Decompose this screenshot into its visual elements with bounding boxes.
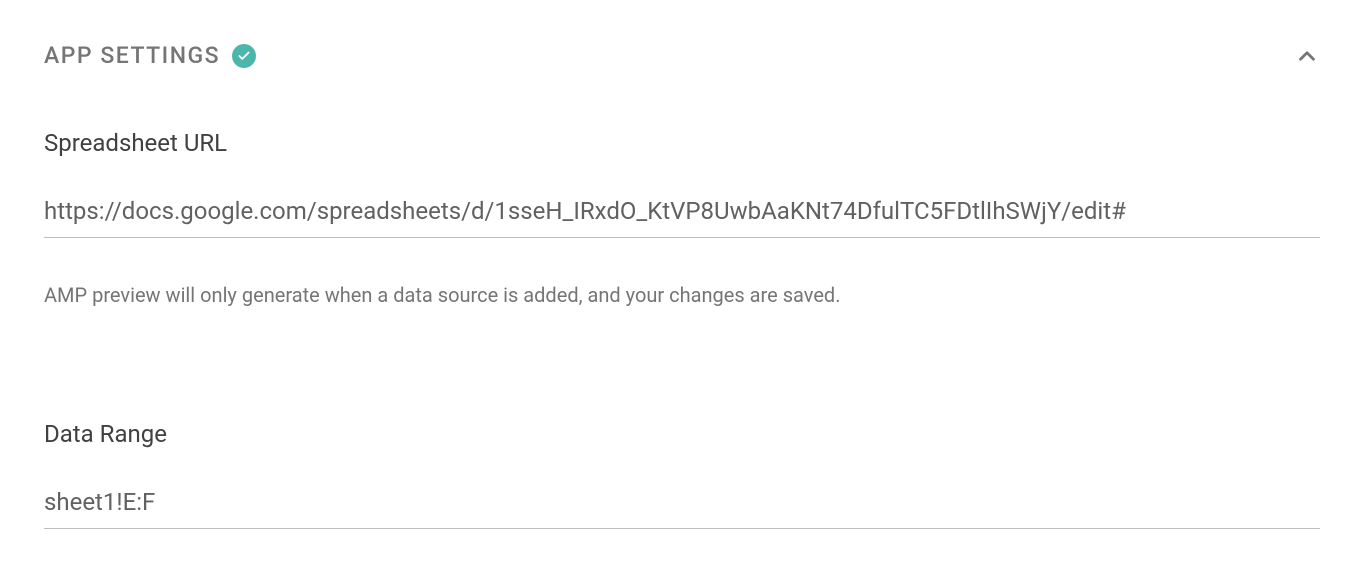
chevron-up-icon[interactable]	[1294, 43, 1320, 69]
section-header[interactable]: APP SETTINGS	[44, 42, 1320, 69]
data-range-label: Data Range	[44, 420, 1320, 448]
data-range-field: Data Range	[44, 420, 1320, 529]
spreadsheet-url-label: Spreadsheet URL	[44, 129, 1320, 157]
section-title-wrap: APP SETTINGS	[44, 42, 256, 69]
section-title: APP SETTINGS	[44, 42, 220, 69]
spreadsheet-url-field: Spreadsheet URL AMP preview will only ge…	[44, 129, 1320, 310]
spreadsheet-url-input[interactable]	[44, 197, 1320, 238]
data-range-input[interactable]	[44, 488, 1320, 529]
spreadsheet-url-helper: AMP preview will only generate when a da…	[44, 280, 1320, 310]
check-icon	[232, 44, 256, 68]
